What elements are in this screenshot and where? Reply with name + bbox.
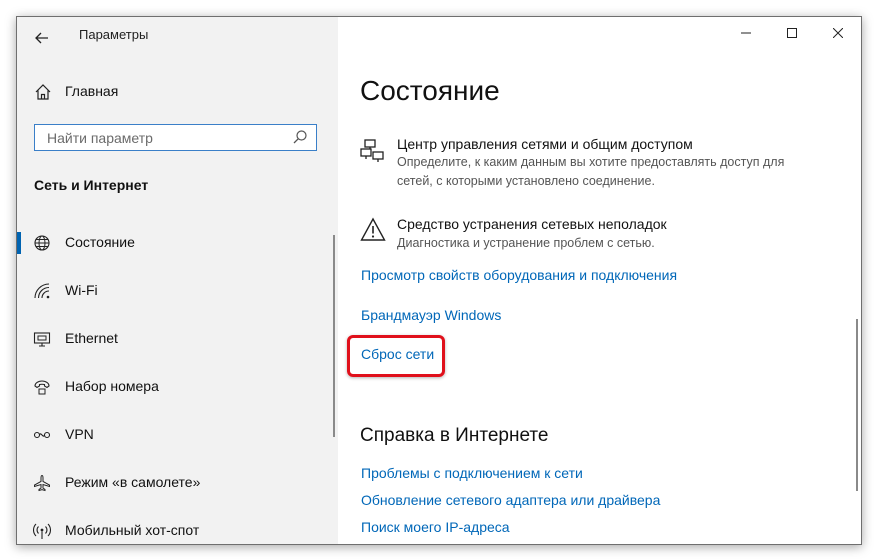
settings-window: Параметры Главная Сеть и Интернет Состоя… <box>16 16 862 545</box>
section-title: Сеть и Интернет <box>34 177 149 193</box>
help-link[interactable]: Обновление сетевого адаптера или драйвер… <box>361 492 660 508</box>
sidebar-item-label: VPN <box>65 426 94 442</box>
sidebar-item-label: Режим «в самолете» <box>65 474 201 490</box>
maximize-button[interactable] <box>769 17 815 49</box>
sidebar: Параметры Главная Сеть и Интернет Состоя… <box>17 17 338 544</box>
close-button[interactable] <box>815 17 861 49</box>
back-arrow-icon <box>35 32 48 44</box>
sidebar-item-hotspot[interactable]: Мобильный хот-спот <box>17 508 338 544</box>
sidebar-item-wifi[interactable]: Wi-Fi <box>17 268 338 314</box>
sidebar-item-ethernet[interactable]: Ethernet <box>17 316 338 362</box>
help-link[interactable]: Поиск моего IP-адреса <box>361 519 510 535</box>
maximize-icon <box>787 27 797 38</box>
warning-icon <box>360 217 386 241</box>
sidebar-scrollbar[interactable] <box>333 235 335 437</box>
hotspot-icon <box>33 523 51 539</box>
window-title: Параметры <box>79 27 149 42</box>
sidebar-item-label: Набор номера <box>65 378 159 394</box>
sidebar-item-label: Мобильный хот-спот <box>65 522 200 538</box>
wifi-icon <box>34 283 50 299</box>
network-sharing-icon <box>360 139 384 162</box>
ethernet-icon <box>33 332 51 347</box>
sidebar-item-label: Состояние <box>65 234 135 250</box>
firewall-link[interactable]: Брандмауэр Windows <box>361 307 501 323</box>
home-label[interactable]: Главная <box>65 83 118 99</box>
help-title: Справка в Интернете <box>360 425 549 446</box>
sidebar-item-vpn[interactable]: VPN <box>17 412 338 458</box>
airplane-icon <box>34 474 50 492</box>
search-icon[interactable] <box>292 129 308 145</box>
help-link[interactable]: Проблемы с подключением к сети <box>361 465 583 481</box>
entry-title[interactable]: Центр управления сетями и общим доступом <box>397 136 693 152</box>
active-indicator <box>17 232 21 254</box>
page-title: Состояние <box>360 75 500 106</box>
highlight-frame <box>347 335 445 377</box>
back-button[interactable] <box>27 23 57 53</box>
vpn-icon <box>33 431 51 439</box>
close-icon <box>832 27 844 39</box>
main-panel: Состояние Центр управления сетями и общи… <box>338 17 861 544</box>
hardware-properties-link[interactable]: Просмотр свойств оборудования и подключе… <box>361 267 677 283</box>
sidebar-item-label: Ethernet <box>65 330 118 346</box>
entry-description: Диагностика и устранение проблем с сетью… <box>397 236 655 250</box>
sidebar-item-airplane[interactable]: Режим «в самолете» <box>17 460 338 506</box>
globe-icon <box>34 235 50 251</box>
entry-title[interactable]: Средство устранения сетевых неполадок <box>397 216 667 232</box>
sidebar-item-label: Wi-Fi <box>65 282 98 298</box>
sidebar-item-status[interactable]: Состояние <box>17 220 338 266</box>
main-scrollbar[interactable] <box>856 319 858 491</box>
search-box[interactable] <box>34 124 317 151</box>
dialup-icon <box>34 380 50 395</box>
sidebar-item-dialup[interactable]: Набор номера <box>17 364 338 410</box>
search-input[interactable] <box>45 125 289 151</box>
minimize-button[interactable] <box>723 17 769 49</box>
minimize-icon <box>741 32 751 34</box>
home-icon <box>35 84 51 100</box>
entry-description: Определите, к каким данным вы хотите пре… <box>397 155 785 188</box>
